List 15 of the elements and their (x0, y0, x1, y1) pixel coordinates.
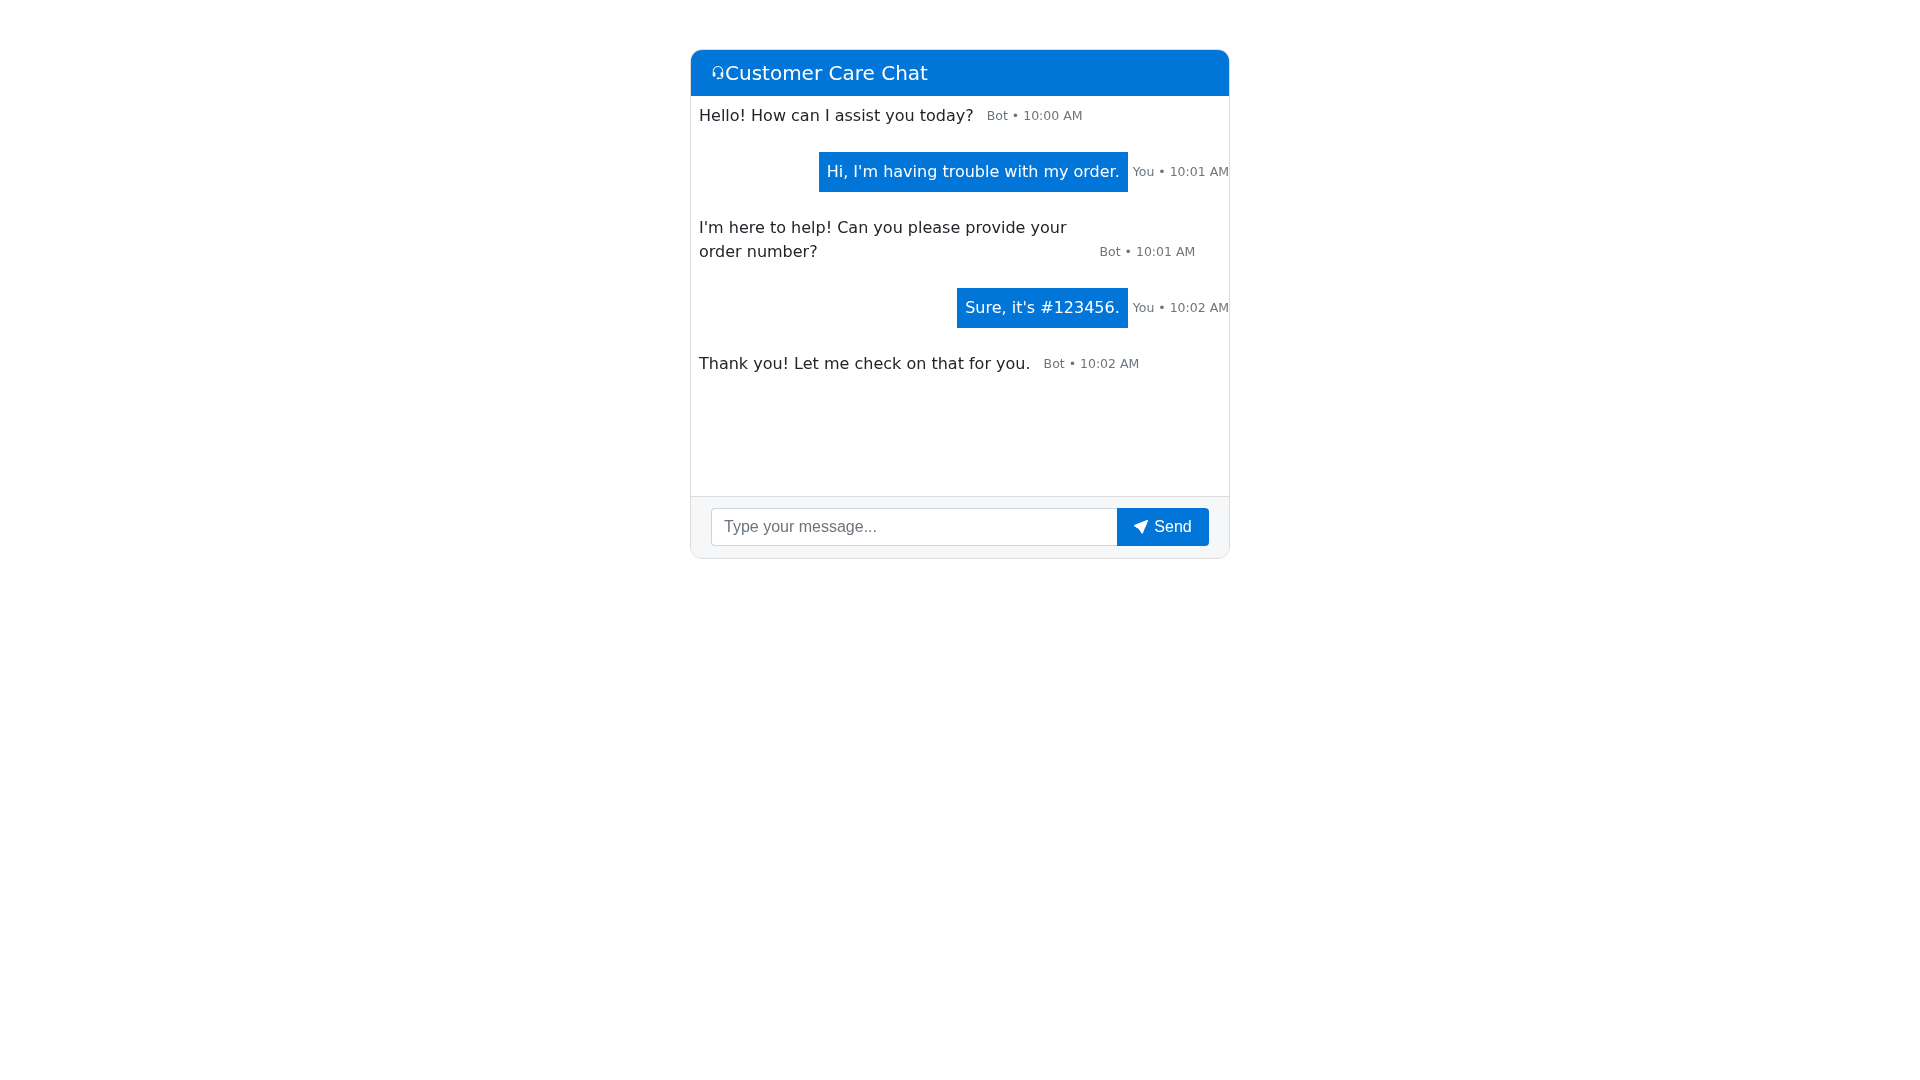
headset-icon (711, 66, 725, 80)
message-meta: Bot • 10:02 AM (1043, 355, 1140, 373)
user-message-bubble: Sure, it's #123456. (957, 288, 1128, 328)
bot-message: I'm here to help! Can you please provide your order number? (698, 217, 1068, 263)
message-meta: You • 10:01 AM (1132, 163, 1229, 181)
bot-message: Hello! How can I assist you today? (698, 105, 975, 127)
send-button[interactable]: Send (1117, 508, 1209, 546)
bot-message: Thank you! Let me check on that for you. (698, 353, 1032, 375)
message-meta: Bot • 10:00 AM (986, 107, 1083, 125)
message-meta: Bot • 10:01 AM (1099, 243, 1196, 261)
paper-plane-icon (1134, 520, 1149, 534)
user-message-bubble: Hi, I'm having trouble with my order. (818, 152, 1128, 192)
message-input[interactable]: Type your message... (711, 508, 1117, 546)
chat-title: Customer Care Chat (725, 61, 928, 85)
message-meta: You • 10:02 AM (1132, 299, 1229, 317)
